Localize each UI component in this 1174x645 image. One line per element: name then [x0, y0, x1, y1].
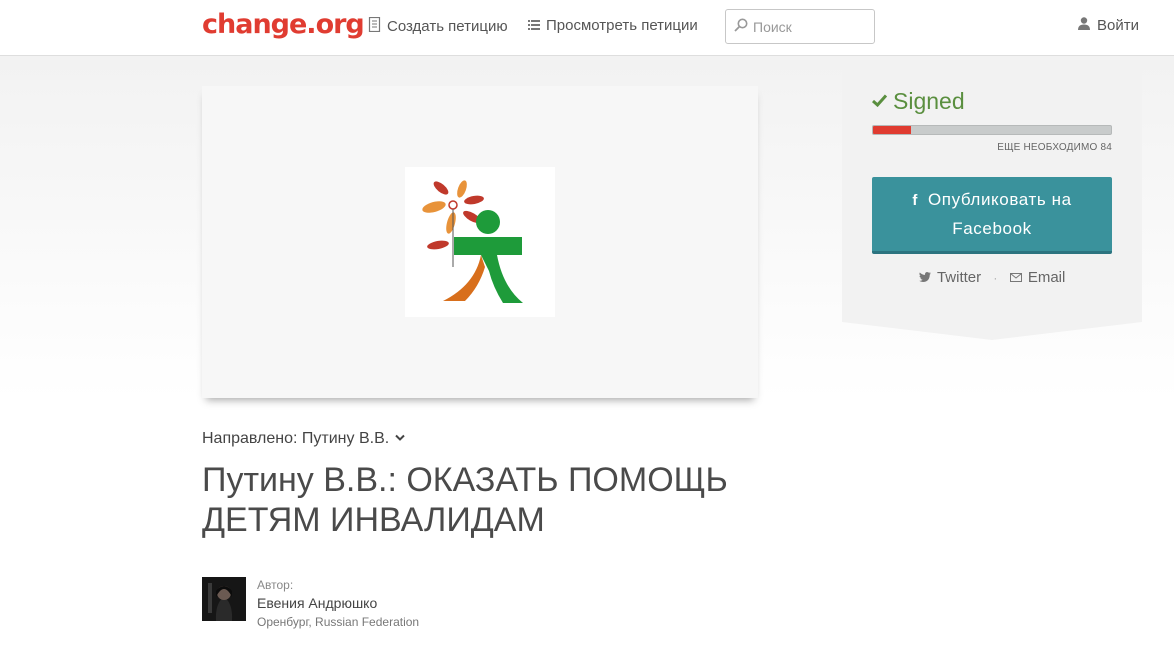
- facebook-button-label: Опубликовать на Facebook: [927, 189, 1072, 238]
- share-twitter-link[interactable]: Twitter: [918, 269, 986, 286]
- check-icon: [872, 91, 888, 112]
- separator-dot: ·: [993, 271, 998, 285]
- search-input[interactable]: [753, 18, 863, 35]
- share-facebook-button[interactable]: f Опубликовать на Facebook: [872, 177, 1112, 254]
- email-icon: [1009, 271, 1025, 285]
- author-name[interactable]: Евения Андрюшко: [257, 593, 557, 613]
- user-icon: [1078, 17, 1090, 34]
- browse-petitions-link[interactable]: Просмотреть петиции: [528, 17, 698, 34]
- author-location: Оренбург, Russian Federation: [257, 615, 420, 629]
- author-avatar[interactable]: [202, 577, 246, 621]
- share-links: Twitter · Email: [872, 269, 1112, 286]
- petition-title: Путину В.В.: ОКАЗАТЬ ПОМОЩЬ ДЕТЯМ ИНВАЛИ…: [202, 461, 728, 539]
- signature-progress-bar: [872, 125, 1112, 135]
- target-label: Направлено: Путину В.В.: [202, 430, 390, 447]
- browse-petitions-label: Просмотреть петиции: [546, 17, 698, 34]
- search-icon: [734, 18, 748, 35]
- top-header: change.org Создать петицию Просмотреть п…: [0, 0, 1174, 56]
- petition-image: [405, 167, 555, 317]
- petition-target: Направлено: Путину В.В.: [202, 430, 405, 448]
- petition-media: [202, 86, 758, 398]
- search-box[interactable]: [725, 9, 875, 44]
- change-org-logo[interactable]: change.org: [202, 9, 365, 40]
- author-meta: Автор: Евения Андрюшко Оренбург, Russian…: [257, 577, 557, 631]
- twitter-icon: [918, 271, 934, 285]
- share-email-link[interactable]: Email: [1009, 269, 1066, 286]
- login-label: Войти: [1097, 17, 1139, 34]
- sign-sidebar: Signed ЕЩЕ НЕОБХОДИМО 84 f Опубликовать н…: [842, 56, 1142, 340]
- author-label: Автор:: [257, 578, 294, 592]
- create-petition-label: Создать петицию: [387, 17, 508, 35]
- petition-icon: [368, 16, 381, 35]
- signed-label: Signed: [893, 88, 965, 114]
- create-petition-link[interactable]: Создать петицию: [368, 16, 508, 35]
- facebook-icon: f: [912, 191, 918, 209]
- signatures-needed: ЕЩЕ НЕОБХОДИМО 84: [997, 142, 1112, 153]
- signed-status: Signed: [872, 88, 965, 115]
- email-label: Email: [1027, 269, 1066, 286]
- twitter-label: Twitter: [936, 269, 982, 286]
- chevron-down-icon[interactable]: [395, 433, 405, 445]
- list-icon: [528, 18, 540, 34]
- login-link[interactable]: Войти: [1078, 17, 1139, 34]
- signature-progress-fill: [873, 126, 912, 134]
